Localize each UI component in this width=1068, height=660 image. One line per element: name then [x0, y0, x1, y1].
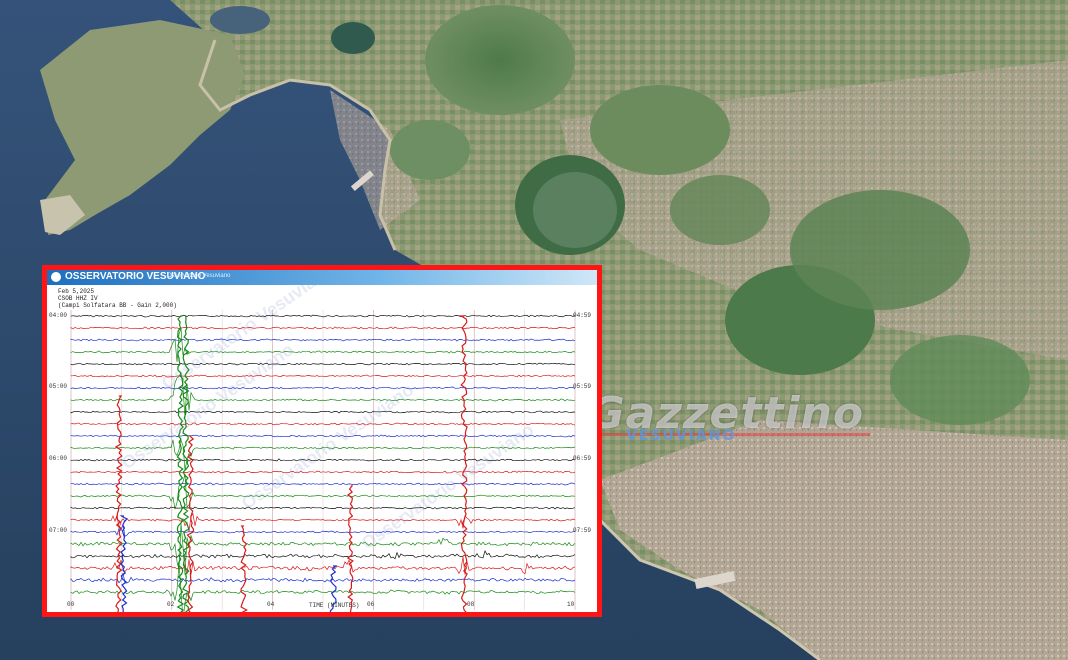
minute-tick: 00: [67, 601, 75, 608]
seismogram-header: OSSERVATORIO VESUVIANO Osservatorio Vesu…: [47, 270, 597, 285]
seismogram-plot: Osservatorio Vesuviano Osservatorio Vesuv…: [70, 270, 576, 612]
seismic-spike: [346, 485, 354, 612]
watermark-subtitle: VESUVIANO: [626, 428, 737, 444]
x-axis-label: TIME (MINUTES): [309, 602, 360, 609]
observatory-logo-icon: [51, 272, 61, 282]
hour-label-left: 06:00: [49, 455, 68, 462]
seismogram-header-subtitle: Osservatorio Vesuviano: [167, 273, 231, 279]
minute-tick: 02: [167, 601, 175, 608]
seismic-spike: [186, 435, 195, 612]
hour-label-left: 04:00: [49, 312, 68, 319]
minute-tick: 06: [367, 601, 375, 608]
hour-label-right: 04:59: [573, 312, 592, 319]
seismogram-date: Feb 5,2025: [58, 288, 95, 295]
hour-label-left: 05:00: [49, 383, 68, 390]
hour-label-right: 07:59: [573, 527, 592, 534]
seismogram-watermark-text: Osservatorio Vesuviano: [358, 419, 537, 553]
hour-label-left: 07:00: [49, 527, 68, 534]
minute-tick: 10: [567, 601, 575, 608]
hour-label-right: 06:59: [573, 455, 592, 462]
seismic-spike: [240, 525, 248, 612]
seismogram-inset: Osservatorio Vesuviano Osservatorio Vesuv…: [42, 265, 602, 617]
hour-label-right: 05:59: [573, 383, 592, 390]
minute-tick: 08: [467, 601, 475, 608]
seismogram-gain: (Campi Solfatara BB - Gain 2,000): [58, 302, 177, 309]
seismogram-station: CSOB HHZ IV: [58, 295, 98, 302]
minute-tick: 04: [267, 601, 275, 608]
